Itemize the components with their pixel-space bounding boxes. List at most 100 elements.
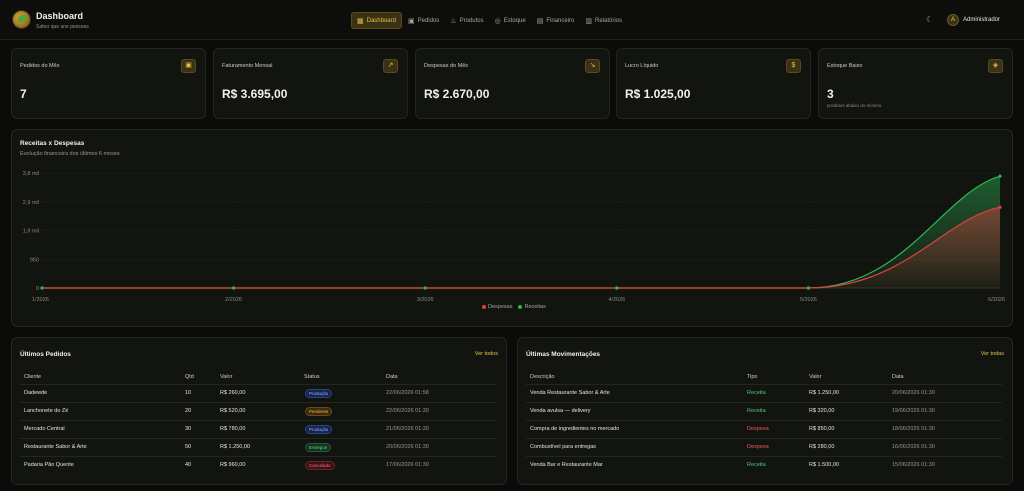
- point-receitas: [232, 286, 236, 290]
- card-title: Despesas do Mês: [424, 63, 469, 69]
- nav-dashboard[interactable]: ▦ Dashboard: [351, 12, 402, 29]
- movements-panel: Últimas Movimentações Ver todas Descriçã…: [517, 337, 1013, 485]
- nav-label: Produtos: [459, 17, 484, 24]
- cell-valor: R$ 320,00: [809, 408, 835, 414]
- cell-valor: R$ 780,00: [220, 426, 246, 432]
- cell-cliente: Restaurante Sabor & Arte: [24, 444, 87, 450]
- stat-card-despesas: Despesas do Mês ↘ R$ 2.670,00: [415, 48, 610, 119]
- chart-legend: Despesas Receitas: [482, 304, 546, 310]
- orders-title: Últimos Pedidos: [20, 351, 71, 358]
- col-data: Data: [892, 374, 904, 380]
- chef-hat-icon: ♨: [450, 17, 457, 25]
- cell-data: 16/06/2026 01:30: [892, 444, 935, 450]
- cell-qtd: 20: [185, 408, 192, 414]
- table-row[interactable]: Dadewde 10 R$ 260,00 22/06/2026 01:58 Produç…: [20, 384, 496, 402]
- calendar-icon: ▤: [536, 17, 544, 25]
- nav-financeiro[interactable]: ▤ Financeiro: [532, 12, 580, 29]
- cell-cliente: Lanchonete do Zé: [24, 408, 69, 414]
- card-title: Faturamento Mensal: [222, 63, 273, 69]
- cell-data: 18/06/2026 01:30: [892, 426, 935, 432]
- cell-data: 21/06/2026 01:30: [386, 426, 429, 432]
- cell-cliente: Dadewde: [24, 390, 48, 396]
- table-row[interactable]: Compra de ingredientes no mercado Despesa…: [526, 420, 1002, 438]
- user-name[interactable]: Administrador: [963, 17, 1000, 23]
- card-value: R$ 2.670,00: [424, 87, 490, 101]
- cell-descricao: Venda Restaurante Sabor & Arte: [530, 390, 610, 396]
- y-tick-label: 2,9 mil: [23, 200, 39, 206]
- card-title: Lucro Líquido: [625, 63, 659, 69]
- table-row[interactable]: Lanchonete do Zé 20 R$ 520,00 22/06/2026 01…: [20, 402, 496, 420]
- nav-estoque[interactable]: ◎ Estoque: [490, 12, 531, 29]
- chart-panel: Receitas x Despesas Evolução financeira …: [11, 129, 1013, 327]
- point-receitas: [806, 286, 811, 290]
- y-tick-label: 950: [30, 257, 39, 263]
- cell-tipo: Despesa: [747, 444, 769, 450]
- point-receitas: [615, 286, 619, 290]
- cell-data: 20/06/2026 01:30: [386, 444, 429, 450]
- moon-icon[interactable]: ☾: [926, 15, 933, 24]
- cell-data: 15/06/2026 01:30: [892, 462, 935, 468]
- cell-tipo: Despesa: [747, 426, 769, 432]
- table-row[interactable]: Padaria Pão Quente 40 R$ 960,00 17/06/2026 …: [20, 456, 496, 474]
- legend-despesas[interactable]: Despesas: [482, 304, 512, 310]
- table-row[interactable]: Combustível para entregas Despesa R$ 280,0…: [526, 438, 1002, 456]
- nav-produtos[interactable]: ♨ Produtos: [445, 12, 488, 29]
- cell-data: 22/06/2026 01:30: [386, 408, 429, 414]
- nav-label: Dashboard: [366, 17, 396, 24]
- point-receitas: [998, 174, 1002, 178]
- legend-label: Despesas: [488, 304, 513, 310]
- nav-label: Financeiro: [546, 17, 575, 24]
- status-badge: Entregue: [305, 443, 332, 452]
- nav-label: Relatórios: [595, 17, 623, 24]
- cell-data: 17/06/2026 01:30: [386, 462, 429, 468]
- cell-valor: R$ 850,00: [809, 426, 835, 432]
- table-row[interactable]: Venda avulsa — delivery Receita R$ 320,00 1…: [526, 402, 1002, 420]
- nav-pedidos[interactable]: ▣ Pedidos: [403, 12, 444, 29]
- card-title: Pedidos do Mês: [20, 63, 60, 69]
- point-receitas: [423, 286, 427, 290]
- col-tipo: Tipo: [747, 374, 758, 380]
- area-receitas: [42, 176, 1000, 288]
- trend-up-icon: ↗: [383, 59, 398, 73]
- cell-tipo: Receita: [747, 408, 766, 414]
- cell-valor: R$ 1.250,00: [220, 444, 250, 450]
- y-tick-label: 0: [36, 286, 39, 292]
- table-row[interactable]: Venda Bar e Restaurante Mar Receita R$ 1.5…: [526, 456, 1002, 474]
- cell-data: 19/06/2026 01:30: [892, 408, 935, 414]
- cell-qtd: 10: [185, 390, 192, 396]
- nav-label: Pedidos: [417, 17, 440, 24]
- cell-valor: R$ 280,00: [809, 444, 835, 450]
- card-note: produtos abaixo do mínimo: [827, 103, 882, 108]
- cell-cliente: Mercado Central: [24, 426, 65, 432]
- revenue-expense-chart: 0 950 1,9 mil 2,9 mil 3,8 mil 1/2026 2/2026 3/2…: [23, 171, 1005, 303]
- x-tick-label: 2/2026: [225, 297, 242, 303]
- page-subtitle: Sabor que une pessoas: [36, 24, 89, 30]
- cell-valor: R$ 1.500,00: [809, 462, 839, 468]
- point-receitas: [40, 286, 44, 290]
- x-tick-label: 5/2026: [800, 297, 817, 303]
- package-icon: ◈: [988, 59, 1003, 73]
- cell-descricao: Venda Bar e Restaurante Mar: [530, 462, 603, 468]
- legend-dot: [482, 304, 486, 309]
- movements-title: Últimas Movimentações: [526, 351, 601, 358]
- legend-receitas[interactable]: Receitas: [518, 304, 546, 310]
- col-data: Data: [386, 374, 398, 380]
- line-receitas: [41, 175, 1001, 289]
- x-tick-label: 4/2026: [608, 297, 625, 303]
- orders-view-all-link[interactable]: Ver todos: [475, 351, 498, 357]
- movements-view-all-link[interactable]: Ver todas: [981, 351, 1004, 357]
- table-row[interactable]: Restaurante Sabor & Arte 50 R$ 1.250,00 20/…: [20, 438, 496, 456]
- cell-tipo: Receita: [747, 390, 766, 396]
- stat-card-estoque: Estoque Baixo ◈ 3 produtos abaixo do mín…: [818, 48, 1013, 119]
- y-tick-label: 1,9 mil: [23, 229, 39, 235]
- nav-relatorios[interactable]: ▥ Relatórios: [580, 12, 627, 29]
- stat-card-pedidos: Pedidos do Mês ▣ 7: [11, 48, 206, 119]
- cell-data: 22/06/2026 01:58: [386, 390, 429, 396]
- clipboard-icon: ▣: [407, 17, 415, 25]
- table-row[interactable]: Venda Restaurante Sabor & Arte Receita R$ …: [526, 384, 1002, 402]
- logo-icon[interactable]: [12, 10, 31, 29]
- top-bar: Dashboard Sabor que une pessoas ▦ Dashboa…: [0, 0, 1024, 40]
- avatar[interactable]: A: [947, 14, 959, 26]
- nav-label: Estoque: [503, 17, 526, 24]
- table-row[interactable]: Mercado Central 30 R$ 780,00 21/06/2026 01:…: [20, 420, 496, 438]
